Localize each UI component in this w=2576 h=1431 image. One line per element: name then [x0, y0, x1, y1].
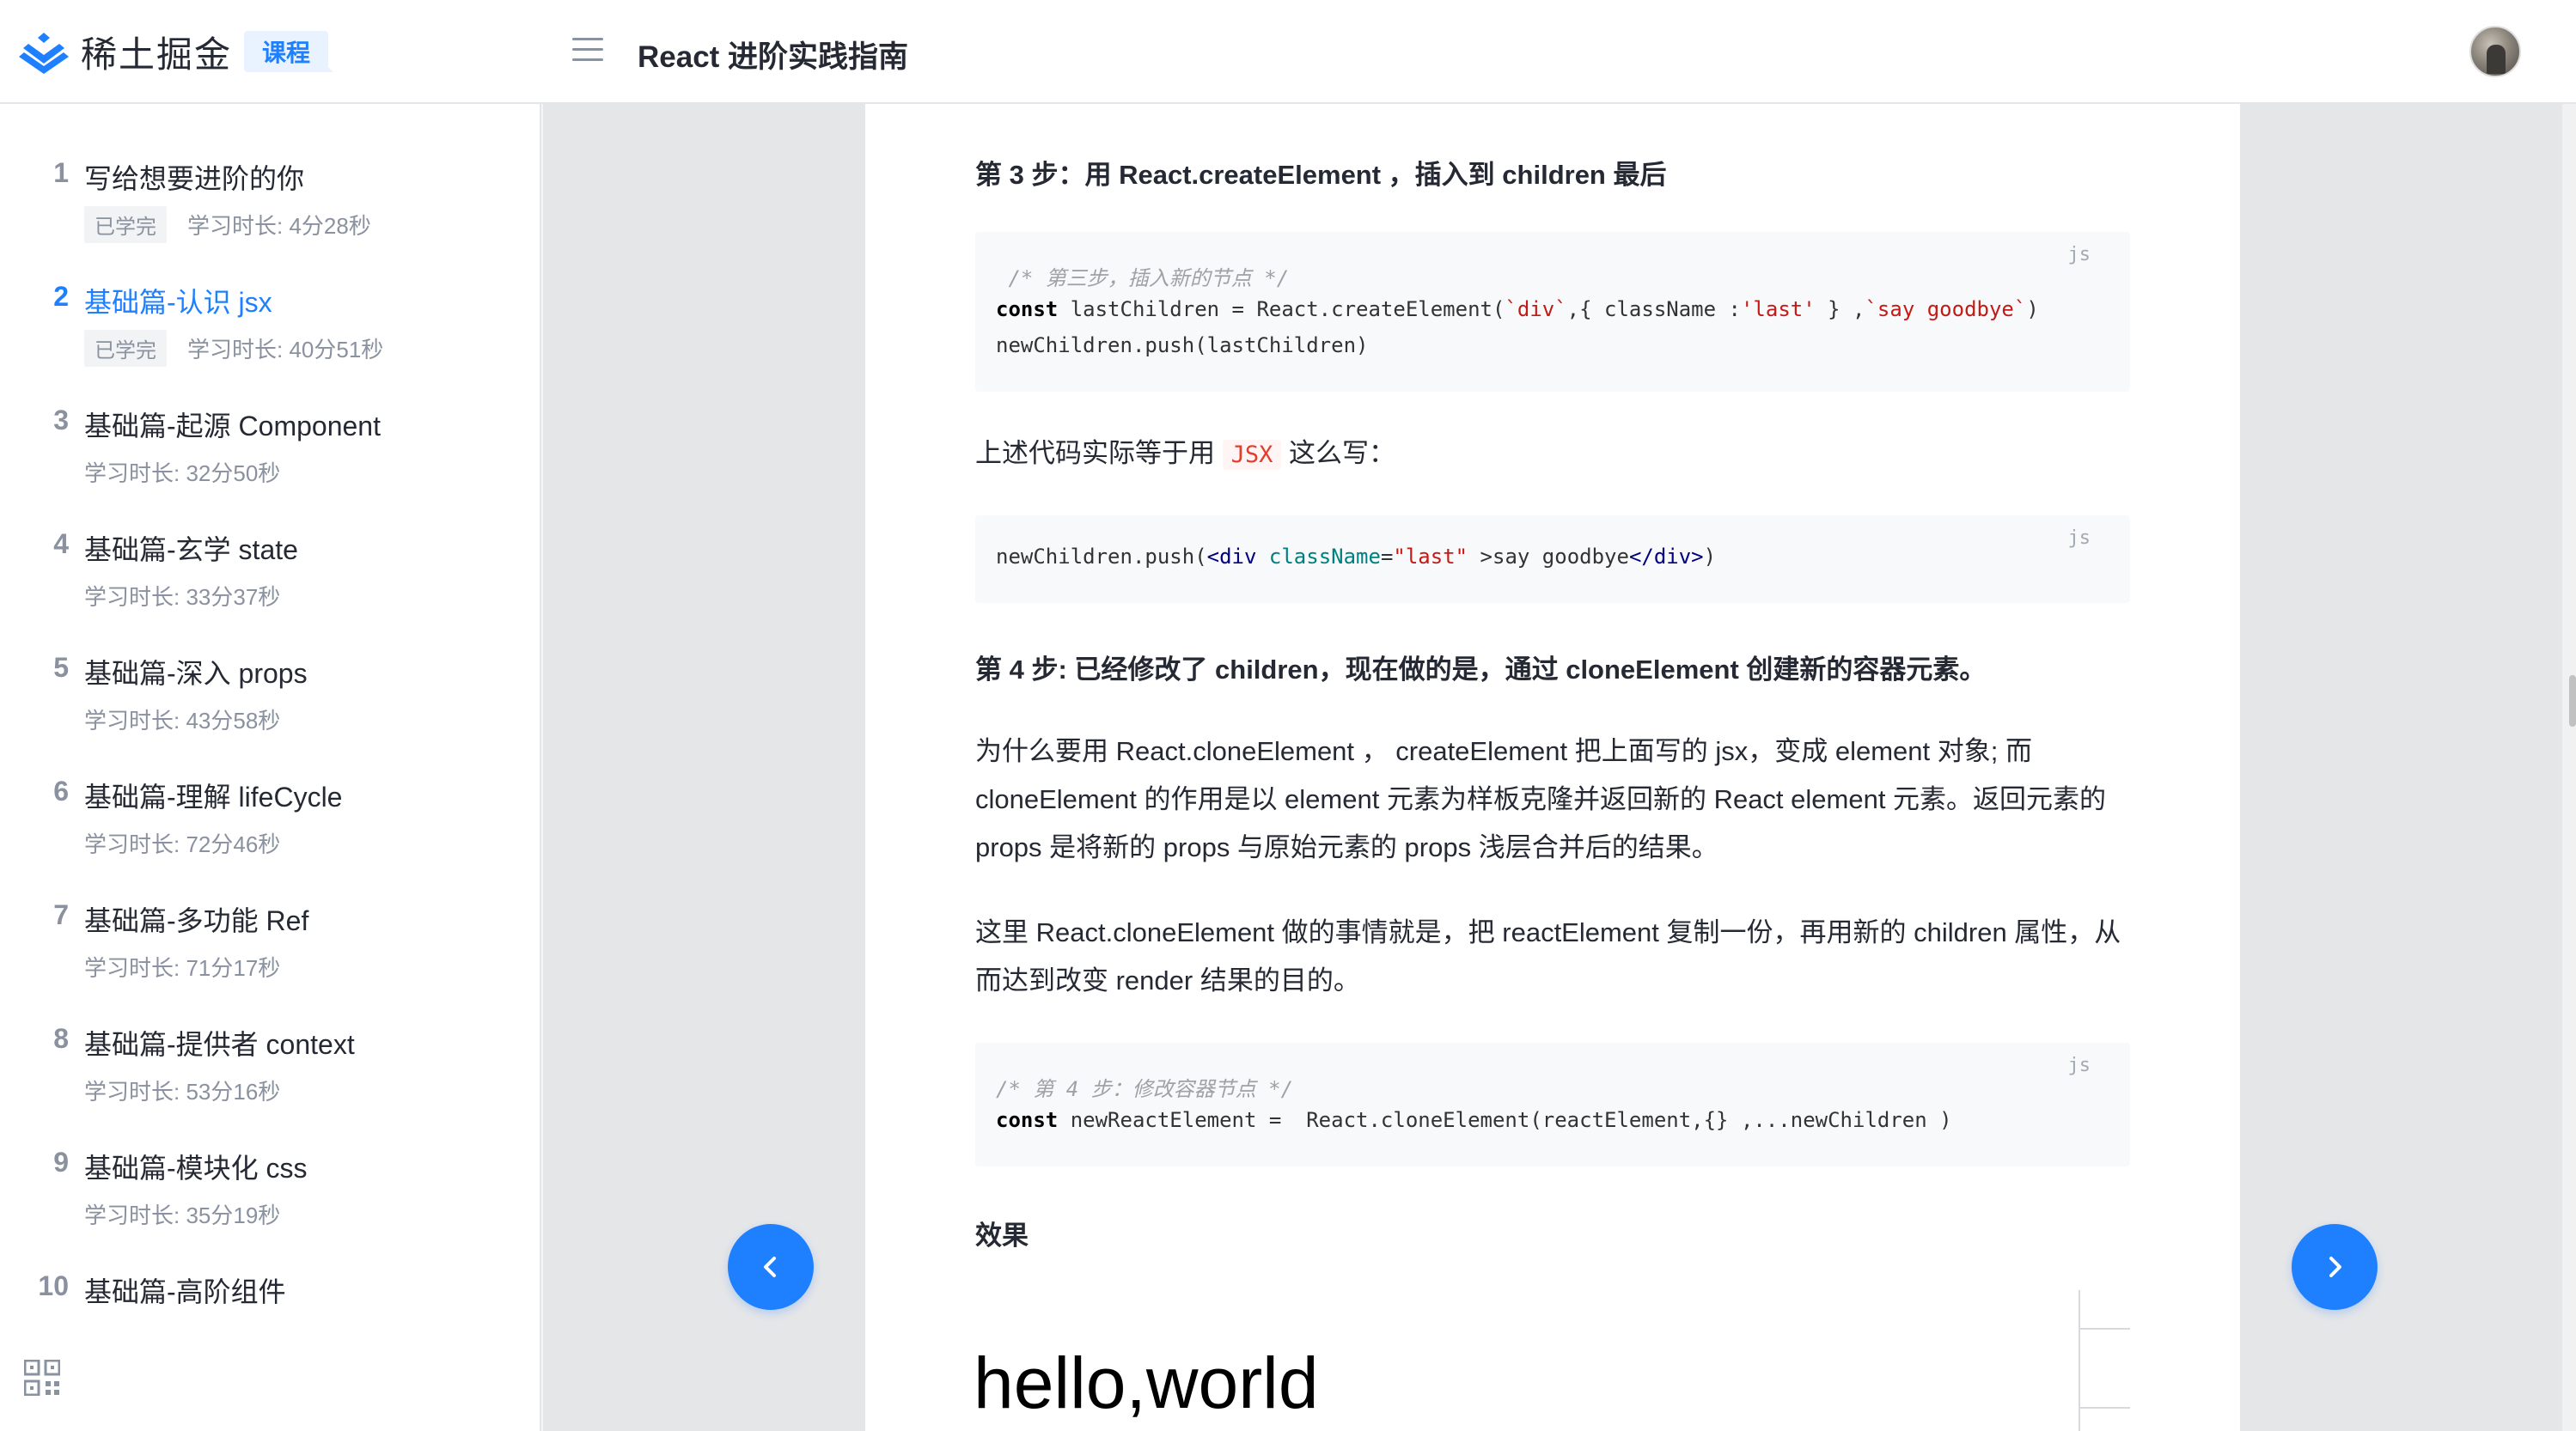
- code-keyword: const: [996, 1108, 1059, 1132]
- code-block-2: js newChildren.push(<div className="last…: [975, 515, 2130, 603]
- step3-heading: 第 3 步：用 React.createElement ，插入到 childre…: [975, 160, 1667, 190]
- study-duration: 学习时长: 33分37秒: [84, 583, 281, 610]
- step4-heading: 第 4 步: 已经修改了 children，现在做的是，通过 cloneElem…: [975, 655, 1987, 685]
- chapter-meta: 学习时长: 35分19秒: [84, 1197, 280, 1231]
- screenshot-divider: [2080, 1407, 2130, 1409]
- chapter-number: 6: [53, 776, 69, 807]
- paragraph-text: 上述代码实际等于用: [975, 438, 1215, 468]
- prev-chapter-button[interactable]: [728, 1224, 814, 1310]
- chapter-number: 3: [53, 405, 69, 435]
- study-duration: 学习时长: 71分17秒: [84, 954, 281, 981]
- chapter-sidebar: 1 写给想要进阶的你 已学完 学习时长: 4分28秒 2 基础篇-认识 jsx …: [0, 104, 541, 1431]
- top-header: 稀土掘金 课程 React 进阶实践指南: [0, 0, 2576, 104]
- study-duration: 学习时长: 4分28秒: [187, 212, 371, 239]
- study-duration: 学习时长: 43分58秒: [84, 707, 281, 734]
- chapter-title: 基础篇-高阶组件: [84, 1276, 286, 1307]
- effect-heading: 效果: [975, 1221, 1029, 1251]
- chapter-meta: 学习时长: 71分17秒: [84, 949, 280, 983]
- chapter-number: 2: [53, 281, 69, 312]
- menu-icon[interactable]: [572, 38, 603, 64]
- jsx-paragraph: 上述代码实际等于用 JSX 这么写：: [975, 429, 2127, 479]
- code-block-3: js /* 第 4 步：修改容器节点 */ const newReactElem…: [975, 1043, 2130, 1166]
- result-hello-world: hello,world: [974, 1343, 1319, 1423]
- code-comment: /* 第三步，插入新的节点 */: [996, 266, 1290, 290]
- code-lang-label: js: [2067, 1055, 2091, 1076]
- chapter-title: 基础篇-提供者 context: [84, 1029, 355, 1060]
- chapter-meta: 学习时长: 33分37秒: [84, 578, 280, 612]
- code-text: lastChildren = React.createElement(: [1058, 297, 1505, 321]
- code-text: >say goodbye: [1468, 545, 1629, 569]
- chevron-right-icon: [2329, 1257, 2341, 1277]
- code-text: ): [1703, 545, 1717, 569]
- study-duration: 学习时长: 32分50秒: [84, 460, 281, 486]
- chapter-title: 基础篇-多功能 Ref: [84, 905, 309, 936]
- code-lang-label: js: [2067, 244, 2091, 265]
- chapter-meta: 学习时长: 53分16秒: [84, 1073, 280, 1107]
- chapter-title: 基础篇-起源 Component: [84, 411, 381, 441]
- code-text: newReactElement = React.cloneElement(rea…: [1058, 1108, 1952, 1132]
- study-duration: 学习时长: 72分46秒: [84, 831, 281, 857]
- scrollbar-thumb[interactable]: [2569, 675, 2576, 727]
- chapter-meta: 学习时长: 72分46秒: [84, 825, 280, 860]
- chapter-title: 基础篇-理解 lifeCycle: [84, 782, 343, 813]
- chapter-number: 7: [53, 899, 69, 930]
- code-tag: </div>: [1628, 545, 1704, 569]
- chapter-meta: 学习时长: 32分50秒: [84, 454, 280, 489]
- chapter-title: 写给想要进阶的你: [84, 163, 305, 194]
- user-avatar[interactable]: [2469, 26, 2521, 77]
- chapter-number: 5: [53, 652, 69, 683]
- course-badge[interactable]: 课程: [244, 31, 333, 72]
- code-text: } ,: [1815, 297, 1865, 321]
- chapter-meta: 已学完 学习时长: 4分28秒: [84, 205, 371, 243]
- juejin-logo[interactable]: 稀土掘金: [19, 27, 232, 76]
- paragraph-text: 这么写：: [1289, 438, 1396, 468]
- chapter-title: 基础篇-认识 jsx: [84, 287, 272, 318]
- code-string: `say goodbye`: [1865, 297, 2027, 321]
- screenshot-divider: [2079, 1290, 2080, 1431]
- done-badge: 已学完: [84, 205, 167, 243]
- chapter-title: 基础篇-玄学 state: [84, 534, 298, 565]
- chapter-number: 4: [53, 528, 69, 559]
- code-text: ): [2026, 297, 2039, 321]
- qrcode-icon[interactable]: [24, 1360, 60, 1396]
- study-duration: 学习时长: 53分16秒: [84, 1078, 281, 1105]
- code-lang-label: js: [2067, 527, 2091, 549]
- code-attr: className: [1268, 545, 1381, 569]
- code-text: newChildren.push(lastChildren): [996, 333, 1369, 357]
- done-badge: 已学完: [84, 329, 167, 367]
- chapter-title: 基础篇-模块化 css: [84, 1153, 308, 1184]
- code-text: =: [1380, 545, 1394, 569]
- code-text: newChildren.push(: [996, 545, 1207, 569]
- study-duration: 学习时长: 40分51秒: [187, 336, 384, 362]
- code-string: 'last': [1740, 297, 1816, 321]
- chapter-title: 基础篇-深入 props: [84, 658, 308, 689]
- logo-text: 稀土掘金: [81, 33, 233, 75]
- code-string: `div`: [1505, 297, 1567, 321]
- code-text: ,{ className :: [1566, 297, 1741, 321]
- chapter-meta: 已学完 学习时长: 40分51秒: [84, 329, 384, 367]
- code-string: "last": [1393, 545, 1468, 569]
- chapter-number: 10: [38, 1270, 69, 1301]
- chapter-number: 8: [53, 1023, 69, 1054]
- chapter-meta: 学习时长: 43分58秒: [84, 702, 280, 736]
- chapter-number: 9: [53, 1147, 69, 1178]
- code-tag: <div: [1206, 545, 1257, 569]
- inline-code: JSX: [1222, 440, 1282, 470]
- page-scrollbar[interactable]: [2562, 104, 2576, 1431]
- chapter-number: 1: [53, 157, 69, 188]
- code-block-1: js /* 第三步，插入新的节点 */ const lastChildren =…: [975, 232, 2130, 392]
- book-title: React 进阶实践指南: [638, 40, 909, 74]
- study-duration: 学习时长: 35分19秒: [84, 1202, 281, 1228]
- chevron-left-icon: [764, 1257, 776, 1277]
- code-keyword: const: [996, 297, 1059, 321]
- clone-element-paragraph: 为什么要用 React.cloneElement ， createElement…: [975, 736, 2107, 862]
- juejin-logo-icon: [19, 33, 69, 74]
- next-chapter-button[interactable]: [2292, 1224, 2378, 1310]
- clone-purpose-paragraph: 这里 React.cloneElement 做的事情就是，把 reactElem…: [975, 917, 2121, 996]
- screenshot-divider: [2080, 1328, 2130, 1330]
- code-comment: /* 第 4 步：修改容器节点 */: [996, 1077, 1294, 1101]
